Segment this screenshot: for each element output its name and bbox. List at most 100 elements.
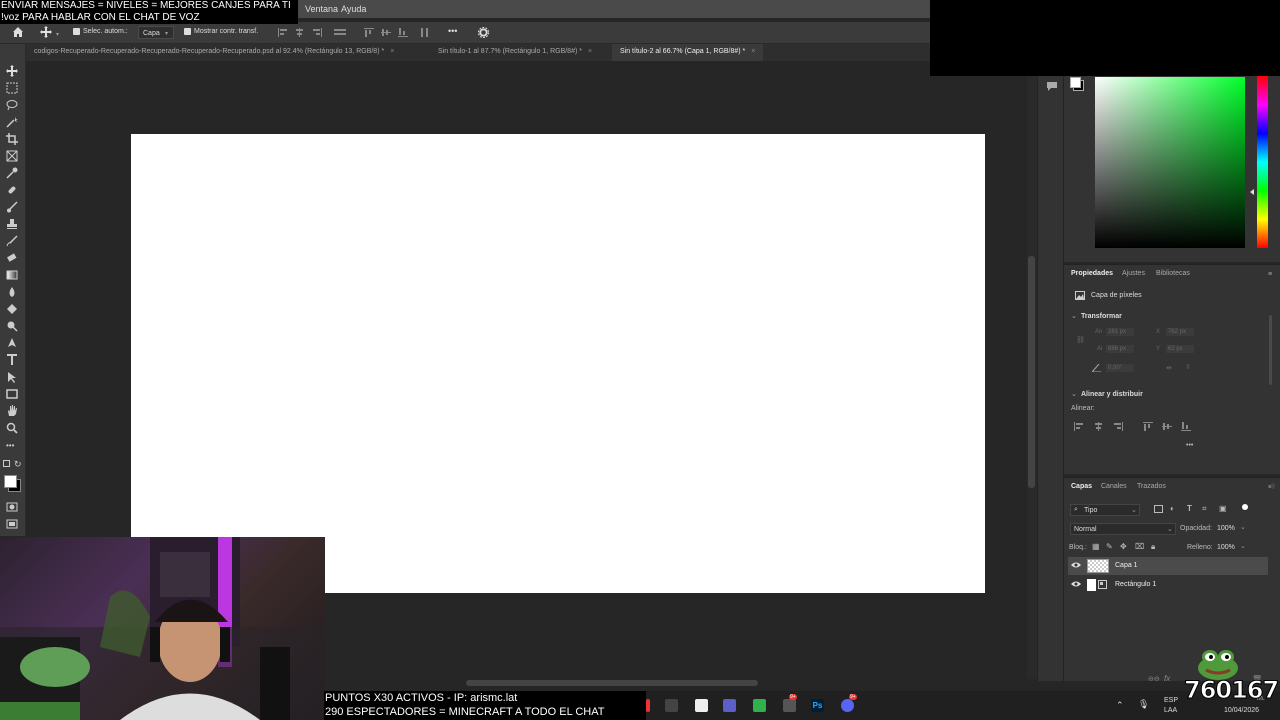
teams-icon[interactable]	[723, 699, 736, 712]
more-options-icon[interactable]: •••	[448, 26, 457, 36]
tab-trazados[interactable]: Trazados	[1137, 483, 1166, 490]
menu-ventana[interactable]: Ventana	[305, 4, 338, 14]
fill-value[interactable]: 100%	[1217, 544, 1235, 551]
tab-document-2[interactable]: Sin título-1 al 87.7% (Rectángulo 1, RGB…	[430, 44, 600, 61]
magic-wand-icon[interactable]	[6, 116, 20, 128]
pen-tool-icon[interactable]	[6, 337, 20, 349]
x-field[interactable]: 762 px	[1166, 328, 1194, 336]
brush-tool-icon[interactable]	[6, 201, 20, 213]
red-app-icon[interactable]	[646, 699, 650, 712]
healing-brush-icon[interactable]	[6, 184, 20, 196]
comment-icon[interactable]	[1047, 82, 1057, 91]
close-icon[interactable]: ×	[588, 48, 592, 55]
lock-brush-icon[interactable]: ✎	[1106, 542, 1113, 551]
microphone-icon[interactable]: 🎙︎	[1138, 699, 1149, 710]
eye-icon[interactable]	[1071, 561, 1081, 569]
more-options-icon[interactable]: •••	[1186, 442, 1193, 449]
flip-vertical-icon[interactable]: ⇳	[1185, 363, 1191, 371]
tab-bibliotecas[interactable]: Bibliotecas	[1156, 270, 1190, 277]
zoom-tool-icon[interactable]	[6, 422, 20, 434]
move-tool-icon[interactable]	[6, 65, 20, 77]
filter-shape-icon[interactable]: ⌗	[1202, 504, 1207, 514]
more-tools-icon[interactable]: •••	[6, 441, 20, 453]
filter-toggle[interactable]	[1242, 504, 1248, 510]
layer-row-capa-1[interactable]: Capa 1	[1068, 557, 1268, 575]
dodge-tool-icon[interactable]	[6, 303, 20, 315]
tab-propiedades[interactable]: Propiedades	[1071, 270, 1113, 277]
history-brush-icon[interactable]	[6, 235, 20, 247]
path-selection-icon[interactable]	[6, 371, 20, 383]
smudge-icon[interactable]	[6, 320, 20, 332]
document-canvas[interactable]	[131, 134, 985, 593]
close-icon[interactable]: ×	[751, 48, 755, 55]
vertical-scroll-thumb[interactable]	[1028, 256, 1035, 488]
chevron-down-icon[interactable]: ⌄	[1071, 390, 1077, 398]
swap-colors-icon[interactable]: ↻	[14, 459, 22, 470]
align-right-icon[interactable]	[1113, 422, 1123, 431]
distribute-icon[interactable]	[334, 28, 346, 37]
align-distribute-header[interactable]: Alinear y distribuir	[1081, 391, 1143, 398]
show-transform-checkbox[interactable]	[184, 28, 191, 35]
lock-all-icon[interactable]: 🔒︎	[1151, 542, 1155, 552]
hue-slider-handle[interactable]	[1250, 189, 1254, 195]
blend-mode-dropdown[interactable]: Normal ⌄	[1070, 523, 1176, 535]
align-bottom-icon[interactable]	[398, 28, 408, 37]
crop-tool-icon[interactable]	[6, 133, 20, 145]
chevron-down-icon[interactable]: ▾	[56, 31, 59, 38]
quick-mask-icon[interactable]	[6, 501, 20, 513]
flip-horizontal-icon[interactable]: ⇹	[1166, 364, 1172, 372]
transform-header[interactable]: Transformar	[1081, 313, 1122, 320]
store-icon[interactable]	[753, 699, 766, 712]
angle-field[interactable]: 0,00°	[1106, 364, 1134, 372]
eraser-icon[interactable]	[6, 252, 20, 264]
hue-slider[interactable]	[1257, 76, 1268, 248]
app-icon[interactable]	[665, 699, 678, 712]
blur-tool-icon[interactable]	[6, 286, 20, 298]
height-field[interactable]: 886 px	[1106, 345, 1134, 353]
discord-icon[interactable]	[841, 699, 854, 712]
type-tool-icon[interactable]	[6, 354, 20, 366]
align-center-icon[interactable]	[295, 28, 305, 37]
eye-icon[interactable]	[1071, 580, 1081, 588]
link-icon[interactable]: ⛓	[1076, 336, 1085, 344]
lasso-tool-icon[interactable]	[6, 99, 20, 111]
link-layers-icon[interactable]: ⊖⊖	[1148, 675, 1160, 683]
move-tool-icon[interactable]	[40, 26, 52, 38]
auto-select-dropdown[interactable]: Capa ▾	[138, 26, 174, 39]
tab-document-3[interactable]: Sin título-2 al 66.7% (Capa 1, RGB/8#) *…	[612, 44, 764, 61]
panel-menu-icon[interactable]: ≡	[1268, 271, 1272, 278]
menu-ayuda[interactable]: Ayuda	[341, 4, 366, 14]
filter-pixel-icon[interactable]	[1154, 505, 1163, 513]
tab-capas[interactable]: Capas	[1071, 483, 1092, 490]
align-right-icon[interactable]	[312, 28, 322, 37]
gear-icon[interactable]	[478, 27, 489, 38]
panel-scrollbar[interactable]	[1271, 483, 1275, 489]
document-app-icon[interactable]	[695, 699, 708, 712]
chevron-up-icon[interactable]: ⌃	[1116, 700, 1124, 711]
tab-canales[interactable]: Canales	[1101, 483, 1127, 490]
clock-date[interactable]: 10/04/2026	[1224, 707, 1259, 714]
tab-ajustes[interactable]: Ajustes	[1122, 270, 1145, 277]
y-field[interactable]: 62 px	[1166, 345, 1194, 353]
lock-transparent-icon[interactable]: ▦	[1092, 542, 1100, 551]
align-bottom-icon[interactable]	[1181, 422, 1191, 431]
default-colors-icon[interactable]	[3, 460, 10, 467]
align-top-icon[interactable]	[1143, 422, 1153, 431]
foreground-color-swatch[interactable]	[4, 475, 17, 488]
align-middle-icon[interactable]	[381, 28, 391, 37]
language-indicator[interactable]: ESP	[1164, 697, 1178, 704]
fx-icon[interactable]: fx	[1164, 674, 1170, 683]
home-icon[interactable]	[12, 26, 24, 38]
chevron-down-icon[interactable]: ⌄	[1071, 312, 1077, 320]
fg-color-chip[interactable]	[1070, 77, 1081, 88]
align-center-icon[interactable]	[1094, 422, 1104, 431]
width-field[interactable]: 281 px	[1106, 328, 1134, 336]
lock-position-icon[interactable]: ✥	[1120, 542, 1127, 551]
horizontal-scroll-thumb[interactable]	[466, 680, 758, 686]
auto-select-checkbox[interactable]	[73, 28, 80, 35]
close-icon[interactable]: ×	[390, 48, 394, 55]
app-icon[interactable]	[783, 699, 796, 712]
align-left-icon[interactable]	[1074, 422, 1084, 431]
marquee-tool-icon[interactable]	[6, 82, 20, 94]
color-picker-field[interactable]	[1095, 77, 1245, 248]
